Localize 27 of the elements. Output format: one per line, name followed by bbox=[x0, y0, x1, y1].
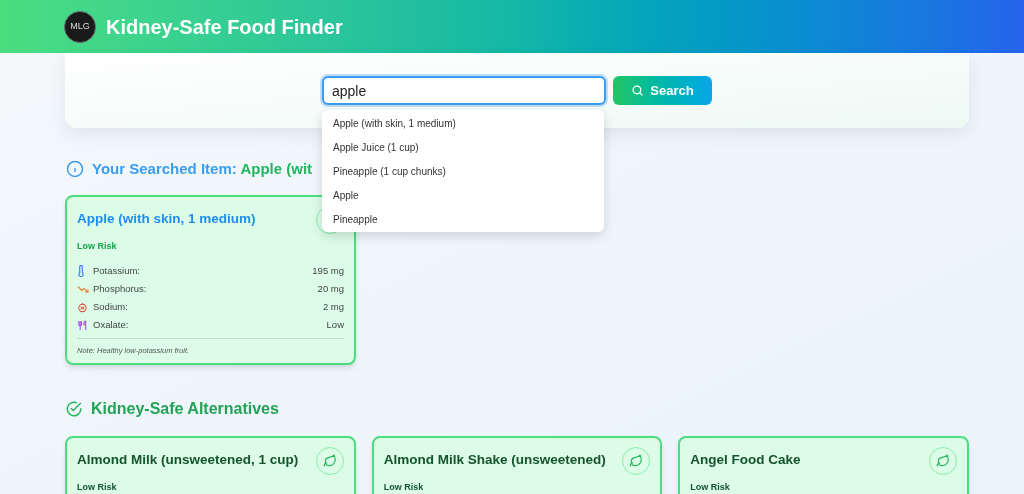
nutrient-value: 20 mg bbox=[317, 281, 344, 296]
suggestion-item[interactable]: Apple Juice (1 cup) bbox=[322, 135, 604, 159]
nutrient-label: Phosphorus: bbox=[93, 281, 147, 296]
risk-label: Low Risk bbox=[690, 481, 731, 494]
searched-item-name: Apple (wit bbox=[240, 160, 313, 177]
nutrient-label: Potassium: bbox=[93, 263, 140, 278]
food-name: Angel Food Cake bbox=[690, 451, 801, 469]
logo: MLG bbox=[64, 10, 96, 43]
nutrient-value: Low bbox=[326, 317, 344, 332]
nutrient-value: 2 mg bbox=[322, 299, 344, 314]
app-title: Kidney-Safe Food Finder bbox=[106, 14, 343, 40]
food-name: Almond Milk (unsweetened, 1 cup) bbox=[77, 451, 299, 469]
food-name: Almond Milk Shake (unsweetened) bbox=[383, 451, 606, 469]
nutrient-label: Oxalate: bbox=[93, 317, 129, 332]
suggestion-item[interactable]: Pineapple (1 cup chunks) bbox=[322, 159, 604, 183]
section-heading: Your Searched Item: bbox=[92, 160, 237, 177]
risk-label: Low Risk bbox=[77, 481, 118, 494]
suggestion-item[interactable]: Apple bbox=[322, 183, 604, 207]
section-heading: Kidney-Safe Alternatives bbox=[91, 399, 279, 419]
nutrient-label: Sodium: bbox=[93, 299, 128, 314]
search-field[interactable]: apple bbox=[322, 76, 606, 105]
risk-label: Low Risk bbox=[77, 239, 118, 253]
suggestion-item[interactable]: Pineapple bbox=[322, 207, 604, 231]
risk-label: Low Risk bbox=[383, 481, 425, 494]
nutrient-value: 195 mg bbox=[312, 263, 344, 278]
food-name: Apple (with skin, 1 medium) bbox=[77, 209, 256, 228]
suggestion-item[interactable]: Apple (with skin, 1 medium) bbox=[322, 111, 604, 135]
